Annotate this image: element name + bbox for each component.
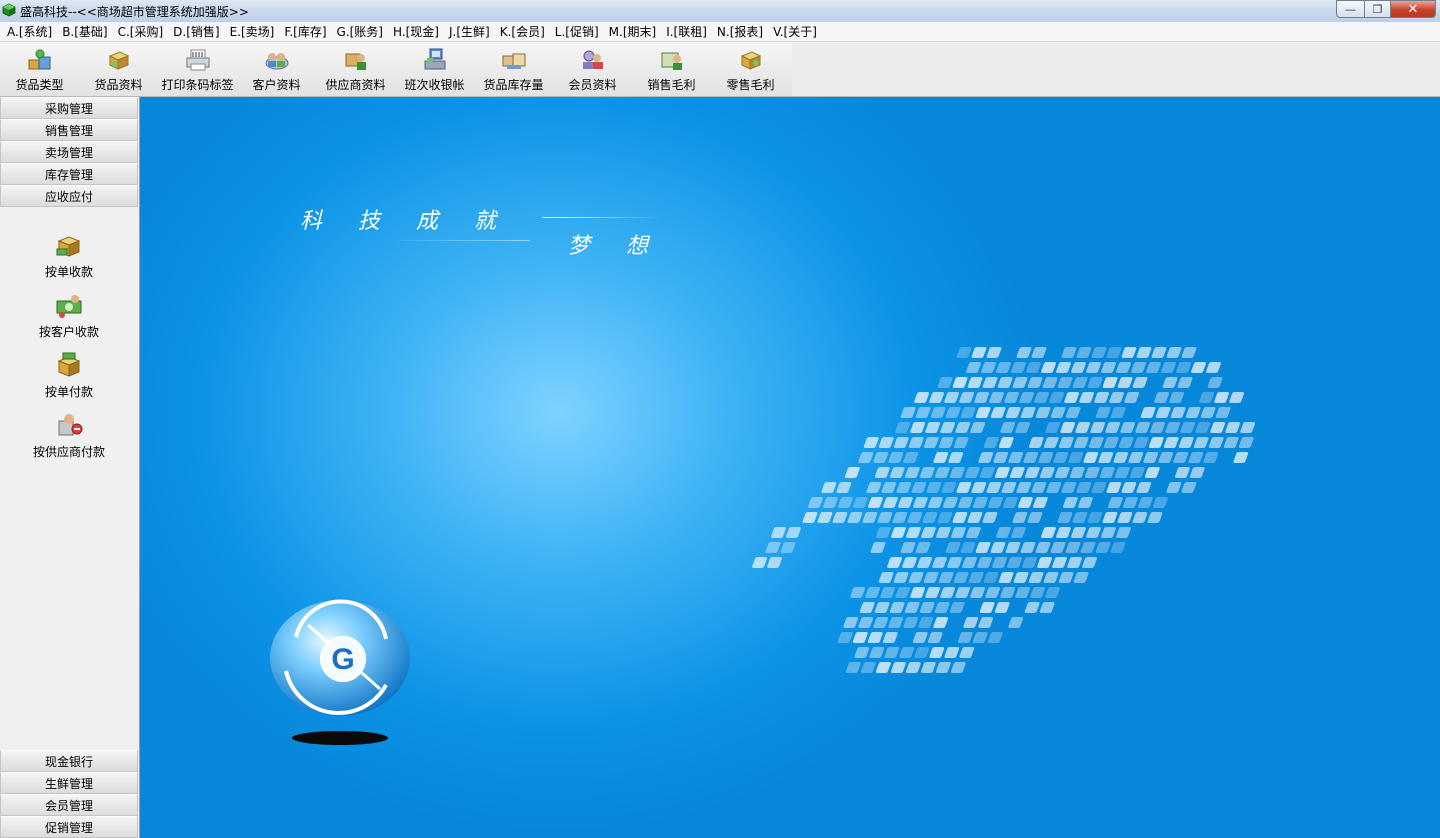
task-receive-by-order[interactable]: 按单收款 [0, 231, 138, 280]
toolbar-supplier-button[interactable]: 供应商资料 [316, 42, 395, 96]
cashier-shift-icon [424, 48, 445, 70]
main-splash: 科技成就 梦想 G [140, 97, 1440, 838]
toolbar-customer-label: 客户资料 [252, 78, 301, 92]
task-pay-by-order[interactable]: 按单付款 [0, 351, 138, 400]
sidebar-group-store[interactable]: 卖场管理 [0, 141, 138, 163]
slogan-divider [542, 217, 662, 218]
menu-fresh[interactable]: J.[生鲜] [445, 23, 494, 40]
task-receive-by-customer-label: 按客户收款 [38, 325, 99, 339]
sidebar-group-fresh[interactable]: 生鲜管理 [0, 772, 138, 794]
toolbar: 货品类型 货品资料 打印条码标签 客户资料 供应商资料 班次收银帐 货品库存量 … [0, 42, 1440, 97]
sidebar: 采购管理 销售管理 卖场管理 库存管理 应收应付 按单收款 按客户收款 按单付款 [0, 97, 140, 838]
toolbar-member-button[interactable]: 会员资料 [553, 42, 632, 96]
print-barcode-icon [186, 49, 209, 71]
sidebar-group-purchase[interactable]: 采购管理 [0, 97, 138, 119]
menu-lease[interactable]: I.[联租] [662, 23, 711, 40]
task-pay-by-supplier-label: 按供应商付款 [32, 445, 105, 459]
sidebar-group-inventory[interactable]: 库存管理 [0, 163, 138, 185]
task-receive-by-order-label: 按单收款 [44, 265, 93, 279]
customer-icon [265, 53, 288, 70]
toolbar-inventory-button[interactable]: 货品库存量 [474, 42, 553, 96]
menu-purchase[interactable]: C.[采购] [114, 23, 168, 40]
task-pay-by-supplier[interactable]: 按供应商付款 [0, 411, 138, 460]
maximize-button[interactable]: ❐ [1364, 0, 1390, 18]
toolbar-retail-profit-label: 零售毛利 [726, 78, 775, 92]
toolbar-supplier-label: 供应商资料 [325, 78, 386, 92]
member-icon [582, 50, 603, 69]
menu-bar: A.[系统] B.[基础] C.[采购] D.[销售] E.[卖场] F.[库存… [0, 22, 1440, 42]
menu-promotion[interactable]: L.[促销] [551, 23, 603, 40]
sidebar-group-cash-bank[interactable]: 现金银行 [0, 750, 138, 772]
menu-about[interactable]: V.[关于] [769, 23, 821, 40]
toolbar-goods-info-button[interactable]: 货品资料 [79, 42, 158, 96]
menu-reports[interactable]: N.[报表] [713, 23, 767, 40]
minimize-button[interactable]: — [1336, 0, 1364, 18]
toolbar-retail-profit-button[interactable]: 零售毛利 [711, 42, 790, 96]
world-map-graphic [752, 347, 1256, 673]
menu-store[interactable]: E.[卖场] [226, 23, 279, 40]
window-controls: — ❐ ✕ [1336, 0, 1436, 18]
logo-letter-g: G [331, 643, 354, 676]
app-cube-icon [2, 3, 16, 17]
menu-member[interactable]: K.[会员] [496, 23, 549, 40]
task-pay-by-order-label: 按单付款 [44, 385, 93, 399]
toolbar-goods-type-button[interactable]: 货品类型 [0, 42, 79, 96]
title-bar: 盛高科技--<<商场超市管理系统加强版>> — ❐ ✕ [0, 0, 1440, 22]
sidebar-group-sales[interactable]: 销售管理 [0, 119, 138, 141]
menu-basic[interactable]: B.[基础] [58, 23, 111, 40]
receive-by-customer-icon [56, 295, 82, 318]
inventory-icon [502, 53, 525, 69]
menu-inventory[interactable]: F.[库存] [280, 23, 330, 40]
menu-accounts[interactable]: G.[账务] [333, 23, 387, 40]
toolbar-sales-profit-button[interactable]: 销售毛利 [632, 42, 711, 96]
slogan-line-1: 科技成就 [300, 209, 533, 234]
toolbar-customer-button[interactable]: 客户资料 [237, 42, 316, 96]
toolbar-cashier-shift-button[interactable]: 班次收银帐 [395, 42, 474, 96]
company-logo: G [270, 599, 410, 745]
retail-profit-icon [740, 51, 761, 70]
toolbar-member-label: 会员资料 [568, 78, 617, 92]
slogan-underline [380, 240, 530, 241]
window-title: 盛高科技--<<商场超市管理系统加强版>> [20, 5, 249, 19]
toolbar-cashier-shift-label: 班次收银帐 [404, 78, 465, 92]
sales-profit-icon [661, 52, 682, 70]
menu-sales[interactable]: D.[销售] [169, 23, 223, 40]
toolbar-goods-info-label: 货品资料 [94, 78, 143, 92]
goods-type-icon [28, 49, 50, 70]
sidebar-group-promotion[interactable]: 促销管理 [0, 816, 138, 838]
sidebar-group-member[interactable]: 会员管理 [0, 794, 138, 816]
toolbar-goods-type-label: 货品类型 [15, 78, 64, 92]
toolbar-print-barcode-button[interactable]: 打印条码标签 [158, 42, 237, 96]
sidebar-group-receivable-payable[interactable]: 应收应付 [0, 185, 138, 207]
pay-by-order-icon [57, 352, 81, 377]
goods-info-icon [108, 51, 129, 70]
sidebar-bottom-groups: 现金银行 生鲜管理 会员管理 促销管理 [0, 750, 138, 838]
task-receive-by-customer[interactable]: 按客户收款 [0, 291, 138, 340]
toolbar-print-barcode-label: 打印条码标签 [161, 78, 234, 92]
menu-cash[interactable]: H.[现金] [389, 23, 443, 40]
pay-by-supplier-icon [58, 414, 83, 436]
toolbar-inventory-label: 货品库存量 [483, 78, 544, 92]
receive-by-order-icon [56, 236, 81, 257]
menu-system[interactable]: A.[系统] [3, 23, 56, 40]
close-button[interactable]: ✕ [1390, 0, 1436, 18]
menu-period-end[interactable]: M.[期末] [605, 23, 661, 40]
supplier-icon [345, 53, 366, 70]
slogan-line-2: 梦想 [568, 234, 685, 259]
toolbar-sales-profit-label: 销售毛利 [647, 78, 696, 92]
